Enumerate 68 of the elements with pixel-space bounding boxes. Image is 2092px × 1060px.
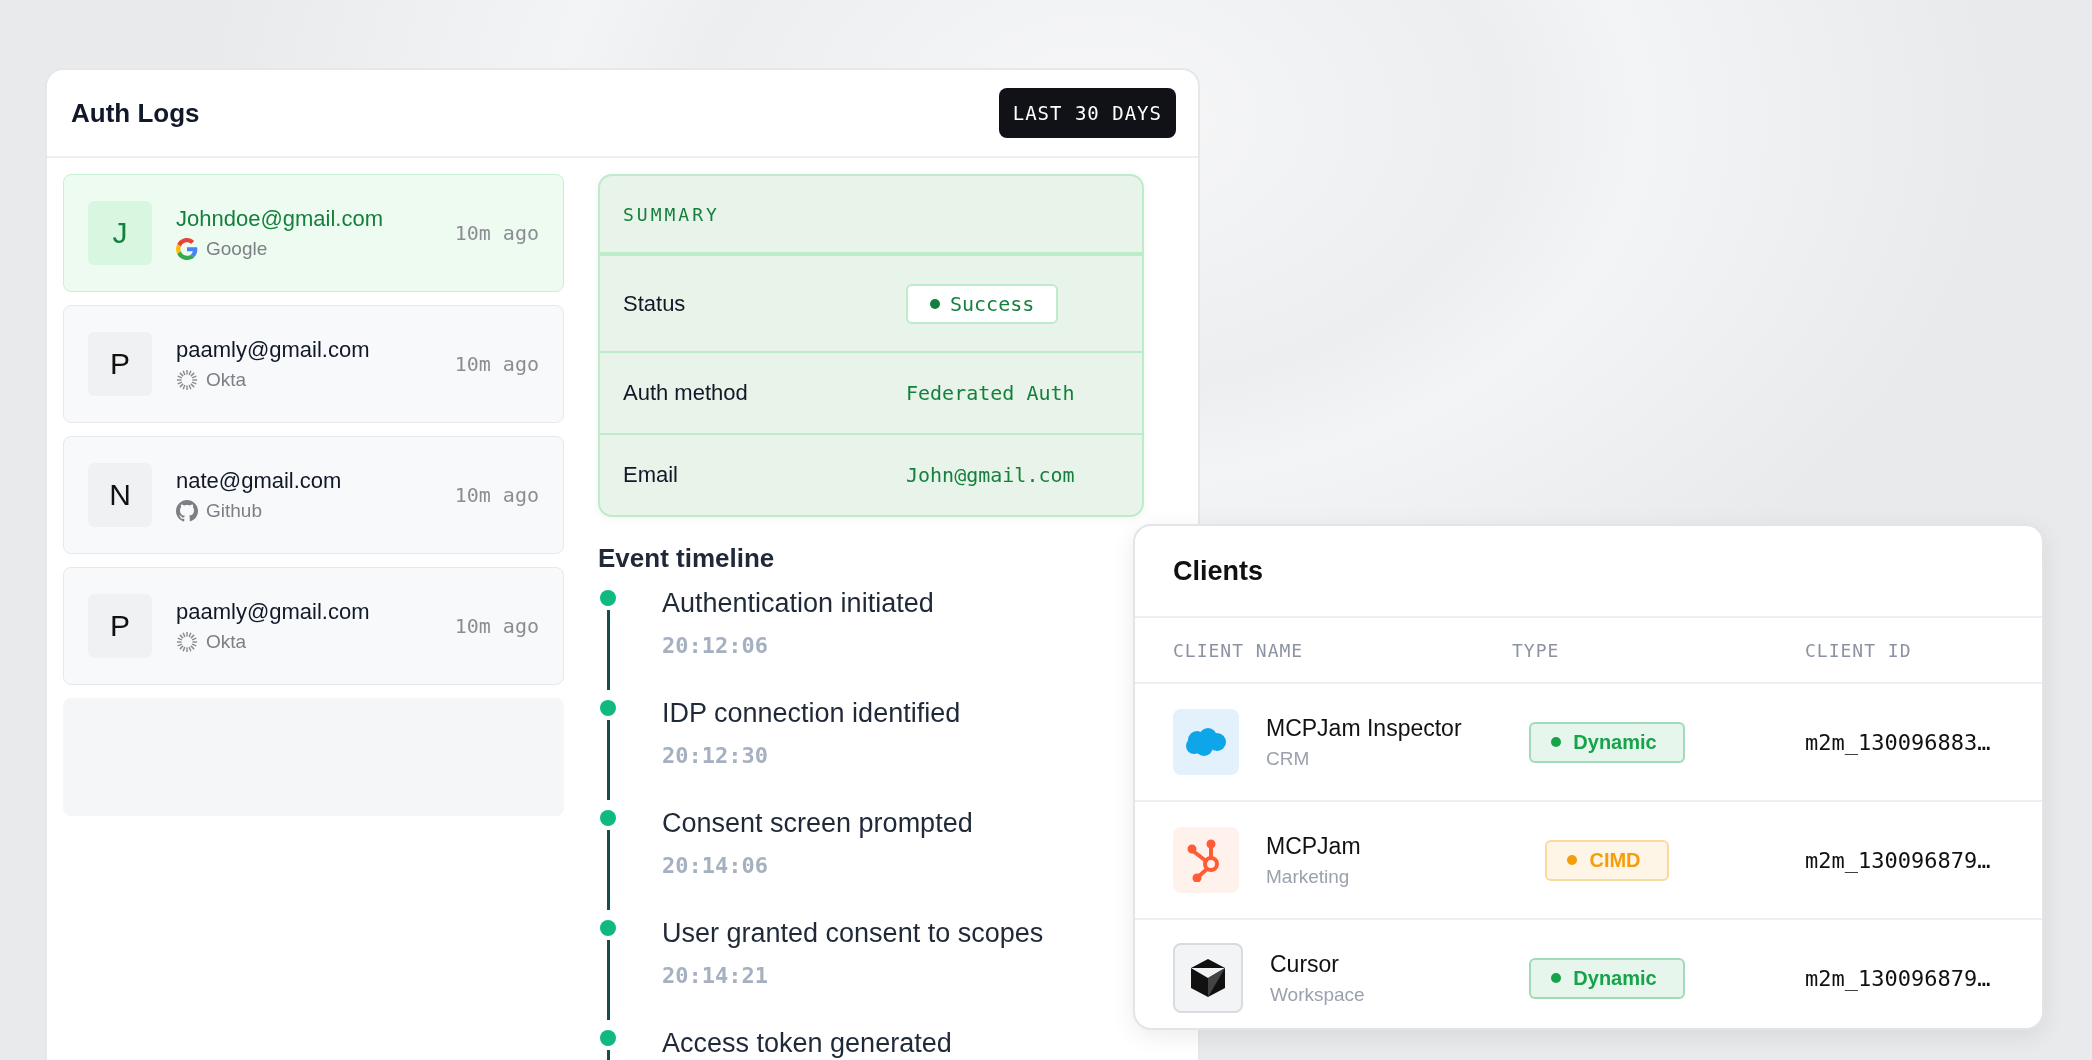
column-header: CLIENT NAME <box>1173 639 1305 661</box>
type-badge: CIMD <box>1545 839 1669 881</box>
provider-name: Okta <box>206 369 247 391</box>
client-name: MCPJam <box>1266 832 1361 860</box>
log-entry[interactable]: P paamly@gmail.com Okta 10m ago <box>63 305 564 423</box>
timeline-dot <box>600 700 616 716</box>
client-category: Marketing <box>1266 865 1351 888</box>
summary-value: John@gmail.com <box>906 463 1076 487</box>
log-entry[interactable]: J Johndoe@gmail.com Google 10m ago <box>63 174 564 292</box>
event-title: Consent screen prompted <box>662 808 974 839</box>
event-title: Authentication initiated <box>662 588 935 619</box>
time-ago: 10m ago <box>454 614 539 638</box>
avatar-initial: P <box>88 594 152 658</box>
avatar-initial: P <box>88 332 152 396</box>
event-title: Access token generated <box>662 1028 953 1059</box>
cube-icon <box>1173 943 1243 1013</box>
cloud-logo-icon <box>1173 709 1239 775</box>
event-time: 20:12:06 <box>662 633 769 658</box>
summary-label: Status <box>623 290 687 317</box>
github-icon <box>176 500 198 522</box>
user-email: paamly@gmail.com <box>176 599 371 625</box>
date-range-button[interactable]: LAST 30 DAYS <box>998 88 1176 138</box>
timeline-dot <box>600 920 616 936</box>
user-email: Johndoe@gmail.com <box>176 206 384 232</box>
event-time: 20:14:21 <box>662 963 769 988</box>
time-ago: 10m ago <box>454 352 539 376</box>
status-badge: Success <box>906 283 1059 324</box>
time-ago: 10m ago <box>454 221 539 245</box>
timeline-dot <box>600 810 616 826</box>
event-time: 20:12:30 <box>662 743 769 768</box>
avatar-initial: N <box>88 463 152 527</box>
column-header: TYPE <box>1512 639 1561 661</box>
user-email: paamly@gmail.com <box>176 337 371 363</box>
client-id: m2m_130096883… <box>1805 729 1992 755</box>
timeline-title: Event timeline <box>598 543 776 574</box>
client-category: CRM <box>1266 747 1311 770</box>
column-header: CLIENT ID <box>1805 639 1913 661</box>
summary-value: Federated Auth <box>906 381 1076 405</box>
provider-name: Github <box>206 500 262 522</box>
log-entry[interactable]: N nate@gmail.com Github 10m ago <box>63 436 564 554</box>
hub-spoke-icon <box>1173 827 1239 893</box>
client-name: MCPJam Inspector <box>1266 714 1462 742</box>
client-category: Workspace <box>1270 983 1365 1006</box>
panel-title: Clients <box>1173 555 1264 587</box>
sunburst-icon <box>176 631 198 653</box>
time-ago: 10m ago <box>454 483 539 507</box>
avatar-initial: J <box>88 201 152 265</box>
client-id: m2m_130096879… <box>1805 965 1992 991</box>
user-email: nate@gmail.com <box>176 468 343 494</box>
timeline-dot <box>600 590 616 606</box>
summary-title: SUMMARY <box>623 203 720 225</box>
google-logo-icon <box>176 238 198 260</box>
timeline-dot <box>600 1030 616 1046</box>
type-badge: Dynamic <box>1529 721 1685 763</box>
provider-name: Google <box>206 238 268 260</box>
status-dot <box>930 298 940 309</box>
panel-title: Auth Logs <box>71 97 200 129</box>
summary-label: Auth method <box>623 380 749 406</box>
client-id: m2m_130096879… <box>1805 847 1992 873</box>
type-badge: Dynamic <box>1529 957 1685 999</box>
event-time: 20:14:06 <box>662 853 769 878</box>
sunburst-icon <box>176 369 198 391</box>
client-name: Cursor <box>1270 950 1340 978</box>
provider-name: Okta <box>206 631 247 653</box>
event-title: User granted consent to scopes <box>662 918 1045 949</box>
log-entry[interactable]: P paamly@gmail.com Okta 10m ago <box>63 567 564 685</box>
event-title: IDP connection identified <box>662 698 962 729</box>
summary-label: Email <box>623 462 679 488</box>
